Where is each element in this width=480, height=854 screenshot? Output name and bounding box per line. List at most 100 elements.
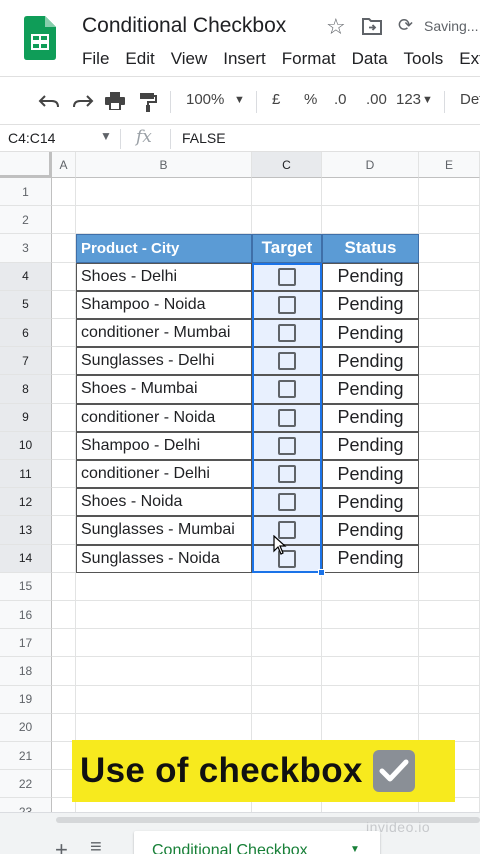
chevron-down-icon[interactable]: ▼ xyxy=(350,844,360,854)
menu-insert[interactable]: Insert xyxy=(223,49,266,69)
product-city-cell[interactable]: Shampoo - Delhi xyxy=(76,431,252,460)
row-header-12[interactable]: 12 xyxy=(0,488,52,517)
row-header-9[interactable]: 9 xyxy=(0,403,52,432)
target-cell[interactable] xyxy=(252,375,322,404)
column-header-a[interactable]: A xyxy=(52,152,76,178)
target-cell[interactable] xyxy=(252,431,322,460)
increase-decimal-button[interactable]: .00 xyxy=(366,91,387,108)
row-header-1[interactable]: 1 xyxy=(0,178,52,207)
status-cell[interactable]: Pending xyxy=(322,262,419,291)
row-header-20[interactable]: 20 xyxy=(0,713,52,742)
spreadsheet-grid[interactable]: A B C D E 1 2 3 4 5 6 7 8 9 10 11 12 13 14 15 16 17 18 19 20 21 22… xyxy=(0,152,480,812)
decrease-decimal-button[interactable]: .0 xyxy=(334,91,347,108)
menu-format[interactable]: Format xyxy=(282,49,336,69)
target-cell[interactable] xyxy=(252,290,322,319)
row-header-2[interactable]: 2 xyxy=(0,206,52,235)
product-city-cell[interactable]: Shoes - Delhi xyxy=(76,262,252,291)
redo-icon[interactable] xyxy=(72,94,94,108)
number-format-select[interactable]: 123 xyxy=(396,91,421,108)
fill-handle[interactable] xyxy=(318,568,325,576)
table-header-status[interactable]: Status xyxy=(322,234,419,263)
status-cell[interactable]: Pending xyxy=(322,488,419,517)
formula-input[interactable]: FALSE xyxy=(182,130,226,146)
row-header-18[interactable]: 18 xyxy=(0,657,52,686)
product-city-cell[interactable]: Sunglasses - Noida xyxy=(76,544,252,573)
menu-edit[interactable]: Edit xyxy=(125,49,154,69)
status-cell[interactable]: Pending xyxy=(322,290,419,319)
product-city-cell[interactable]: Shampoo - Noida xyxy=(76,290,252,319)
target-cell[interactable] xyxy=(252,544,322,573)
row-header-10[interactable]: 10 xyxy=(0,431,52,460)
product-city-cell[interactable]: Shoes - Noida xyxy=(76,488,252,517)
row-header-14[interactable]: 14 xyxy=(0,544,52,573)
target-cell[interactable] xyxy=(252,516,322,545)
status-cell[interactable]: Pending xyxy=(322,319,419,348)
row-header-4[interactable]: 4 xyxy=(0,262,52,291)
target-cell[interactable] xyxy=(252,488,322,517)
currency-format-button[interactable]: £ xyxy=(272,91,280,108)
product-city-cell[interactable]: conditioner - Mumbai xyxy=(76,319,252,348)
menu-data[interactable]: Data xyxy=(352,49,388,69)
target-cell[interactable] xyxy=(252,460,322,489)
row-header-13[interactable]: 13 xyxy=(0,516,52,545)
row-header-7[interactable]: 7 xyxy=(0,347,52,376)
product-city-cell[interactable]: conditioner - Noida xyxy=(76,403,252,432)
target-checkbox[interactable] xyxy=(278,465,296,484)
menu-extensions[interactable]: Ext xyxy=(459,49,480,69)
row-header-21[interactable]: 21 xyxy=(0,742,52,771)
add-sheet-icon[interactable]: + xyxy=(55,837,68,854)
percent-format-button[interactable]: % xyxy=(304,91,317,108)
column-header-b[interactable]: B xyxy=(76,152,252,178)
column-header-c[interactable]: C xyxy=(252,152,322,178)
product-city-cell[interactable]: Sunglasses - Delhi xyxy=(76,347,252,376)
status-cell[interactable]: Pending xyxy=(322,347,419,376)
menu-tools[interactable]: Tools xyxy=(404,49,444,69)
row-header-19[interactable]: 19 xyxy=(0,685,52,714)
chevron-down-icon[interactable]: ▼ xyxy=(234,94,245,106)
target-checkbox[interactable] xyxy=(278,267,296,286)
row-header-15[interactable]: 15 xyxy=(0,572,52,601)
row-header-22[interactable]: 22 xyxy=(0,770,52,799)
product-city-cell[interactable]: conditioner - Delhi xyxy=(76,460,252,489)
move-to-folder-icon[interactable] xyxy=(362,17,382,35)
row-header-5[interactable]: 5 xyxy=(0,290,52,319)
all-sheets-menu-icon[interactable]: ≡ xyxy=(90,836,102,854)
chevron-down-icon[interactable]: ▼ xyxy=(422,94,433,106)
document-title[interactable]: Conditional Checkbox xyxy=(82,14,286,38)
target-checkbox[interactable] xyxy=(278,324,296,343)
row-header-3[interactable]: 3 xyxy=(0,234,52,263)
paint-format-icon[interactable] xyxy=(139,92,157,112)
status-cell[interactable]: Pending xyxy=(322,431,419,460)
row-header-16[interactable]: 16 xyxy=(0,601,52,630)
target-checkbox[interactable] xyxy=(278,380,296,399)
zoom-select[interactable]: 100% xyxy=(186,91,224,108)
undo-icon[interactable] xyxy=(38,94,60,108)
status-cell[interactable]: Pending xyxy=(322,375,419,404)
status-cell[interactable]: Pending xyxy=(322,460,419,489)
target-checkbox[interactable] xyxy=(278,295,296,314)
target-checkbox[interactable] xyxy=(278,408,296,427)
status-cell[interactable]: Pending xyxy=(322,544,419,573)
row-header-6[interactable]: 6 xyxy=(0,319,52,348)
name-box[interactable]: C4:C14 xyxy=(8,130,55,146)
product-city-cell[interactable]: Shoes - Mumbai xyxy=(76,375,252,404)
product-city-cell[interactable]: Sunglasses - Mumbai xyxy=(76,516,252,545)
row-header-23[interactable]: 23 xyxy=(0,798,52,812)
select-all-corner[interactable] xyxy=(0,152,52,178)
chevron-down-icon[interactable]: ▼ xyxy=(100,129,112,143)
column-header-e[interactable]: E xyxy=(419,152,480,178)
print-icon[interactable] xyxy=(105,92,125,110)
row-header-8[interactable]: 8 xyxy=(0,375,52,404)
target-checkbox[interactable] xyxy=(278,493,296,512)
row-header-17[interactable]: 17 xyxy=(0,629,52,658)
target-checkbox[interactable] xyxy=(278,352,296,371)
sheet-tab-active[interactable]: Conditional Checkbox ▼ xyxy=(134,831,380,854)
table-header-target[interactable]: Target xyxy=(252,234,322,263)
google-sheets-logo[interactable] xyxy=(24,16,56,60)
menu-file[interactable]: File xyxy=(82,49,109,69)
row-header-11[interactable]: 11 xyxy=(0,460,52,489)
target-cell[interactable] xyxy=(252,262,322,291)
target-cell[interactable] xyxy=(252,347,322,376)
status-cell[interactable]: Pending xyxy=(322,403,419,432)
target-checkbox[interactable] xyxy=(278,436,296,455)
